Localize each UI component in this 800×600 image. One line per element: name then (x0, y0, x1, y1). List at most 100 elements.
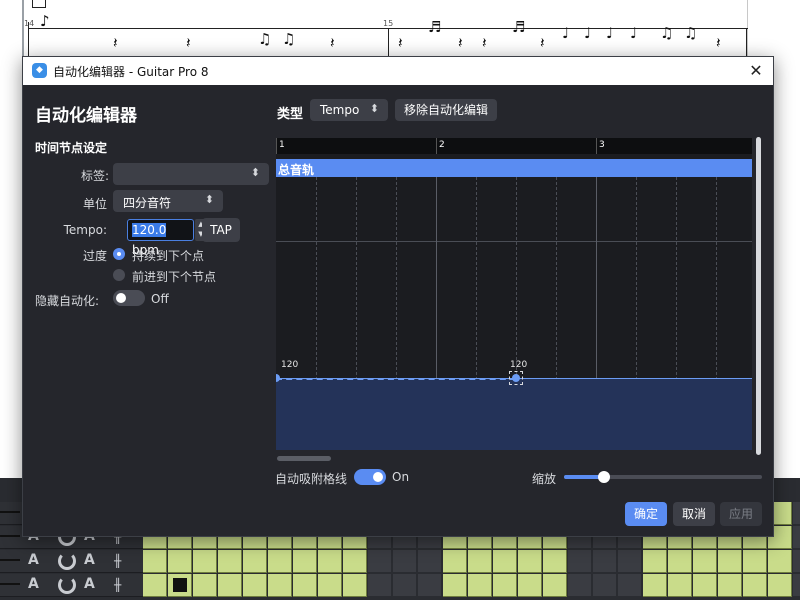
label-select[interactable]: ⬍ (113, 163, 269, 185)
zoom-slider-handle[interactable] (598, 471, 610, 483)
apply-button[interactable]: 应用 (720, 502, 762, 526)
track-cell[interactable] (668, 574, 692, 597)
track-cell[interactable] (668, 550, 692, 573)
mixer-icon[interactable]: ╫ (114, 554, 121, 568)
unit-label: 单位 (53, 195, 107, 212)
track-header[interactable]: A A ╫ (0, 574, 143, 597)
track-cell[interactable] (643, 574, 667, 597)
track-cell[interactable] (168, 550, 192, 573)
window-title: 自动化编辑器 - Guitar Pro 8 (53, 63, 209, 80)
cancel-button[interactable]: 取消 (673, 502, 715, 526)
track-cell[interactable] (793, 574, 800, 597)
pan-knob-icon[interactable] (58, 552, 76, 570)
track-cell[interactable] (493, 574, 517, 597)
track-cell[interactable] (193, 550, 217, 573)
track-cell[interactable] (393, 550, 417, 573)
track-cell[interactable] (543, 574, 567, 597)
track-cell[interactable] (368, 574, 392, 597)
track-cell[interactable] (493, 550, 517, 573)
close-button[interactable]: ✕ (739, 57, 773, 85)
track-cell[interactable] (643, 550, 667, 573)
track-cell[interactable] (143, 550, 167, 573)
automation-graph[interactable]: 1 2 3 总音轨 120 120 (276, 138, 752, 450)
track-cell[interactable] (593, 550, 617, 573)
remove-automation-button[interactable]: 移除自动化编辑 (395, 99, 497, 121)
track-cell[interactable] (468, 550, 492, 573)
vertical-scrollbar[interactable] (756, 137, 761, 455)
track-cell[interactable] (193, 574, 217, 597)
tap-button[interactable]: TAP (202, 218, 240, 242)
automation-point-selected[interactable] (512, 374, 520, 382)
tempo-input[interactable]: 120.0 bpm (127, 219, 194, 241)
track-cell[interactable] (393, 574, 417, 597)
note-glyph: ♫ (660, 26, 673, 41)
track-cell[interactable] (468, 574, 492, 597)
track-cell[interactable] (418, 574, 442, 597)
track-cell[interactable] (293, 550, 317, 573)
rest-glyph: 𝄽 (540, 36, 545, 51)
transition-radio-ramp[interactable] (113, 269, 125, 281)
track-cell[interactable] (618, 550, 642, 573)
note-glyph: ♬ (512, 20, 525, 35)
track-cell[interactable] (218, 574, 242, 597)
track-cell[interactable] (443, 574, 467, 597)
master-track-band: 总音轨 (276, 159, 752, 177)
hide-automation-toggle[interactable] (113, 290, 145, 306)
track-cell[interactable] (568, 550, 592, 573)
track-cell[interactable] (793, 526, 800, 549)
track-cell[interactable] (743, 550, 767, 573)
track-cell[interactable] (243, 550, 267, 573)
horizontal-scrollbar[interactable] (277, 456, 331, 461)
type-select-value: Tempo (320, 103, 359, 117)
track-cell[interactable] (343, 550, 367, 573)
track-cell[interactable] (243, 574, 267, 597)
auto-icon[interactable]: A (28, 552, 39, 568)
track-cell[interactable] (518, 574, 542, 597)
transition-radio-hold[interactable] (113, 248, 125, 260)
track-cell[interactable] (743, 574, 767, 597)
auto-icon[interactable]: A (28, 576, 39, 592)
track-cell[interactable] (618, 574, 642, 597)
track-cell[interactable] (793, 502, 800, 525)
track-cell[interactable] (718, 574, 742, 597)
ruler-tick (436, 138, 437, 154)
zoom-slider[interactable] (564, 475, 762, 479)
track-cell[interactable] (593, 574, 617, 597)
pan-knob-icon[interactable] (58, 576, 76, 594)
title-bar[interactable]: ◆ 自动化编辑器 - Guitar Pro 8 ✕ (23, 57, 773, 85)
note-glyph: ♬ (428, 20, 441, 35)
track-cell[interactable] (543, 550, 567, 573)
track-cell[interactable] (368, 550, 392, 573)
type-select[interactable]: Tempo ⬍ (310, 99, 388, 121)
track-cell[interactable] (268, 550, 292, 573)
track-cell[interactable] (343, 574, 367, 597)
track-cell[interactable] (418, 550, 442, 573)
transition-option-hold[interactable]: 持续到下个点 (132, 247, 204, 264)
track-cell[interactable] (318, 574, 342, 597)
auto-icon[interactable]: A (84, 576, 95, 592)
note-glyph: ♫ (258, 32, 271, 47)
track-cell[interactable] (318, 550, 342, 573)
track-cell[interactable] (293, 574, 317, 597)
track-cell[interactable] (568, 574, 592, 597)
track-cell[interactable] (693, 550, 717, 573)
track-cell[interactable] (143, 574, 167, 597)
unit-select[interactable]: 四分音符 ⬍ (113, 190, 223, 212)
track-cell[interactable] (268, 574, 292, 597)
track-cell[interactable] (718, 550, 742, 573)
track-cell[interactable] (768, 550, 792, 573)
track-cell[interactable] (518, 550, 542, 573)
track-cell[interactable] (443, 550, 467, 573)
track-cell[interactable] (168, 574, 192, 597)
track-cell[interactable] (218, 550, 242, 573)
chevron-updown-icon: ⬍ (251, 166, 260, 179)
track-cell[interactable] (768, 574, 792, 597)
track-header[interactable]: A A ╫ (0, 550, 143, 573)
snap-grid-toggle[interactable] (354, 469, 386, 485)
track-cell[interactable] (793, 550, 800, 573)
transition-option-ramp[interactable]: 前进到下个节点 (132, 268, 216, 285)
auto-icon[interactable]: A (84, 552, 95, 568)
track-cell[interactable] (693, 574, 717, 597)
ok-button[interactable]: 确定 (625, 502, 667, 526)
mixer-icon[interactable]: ╫ (114, 578, 121, 592)
